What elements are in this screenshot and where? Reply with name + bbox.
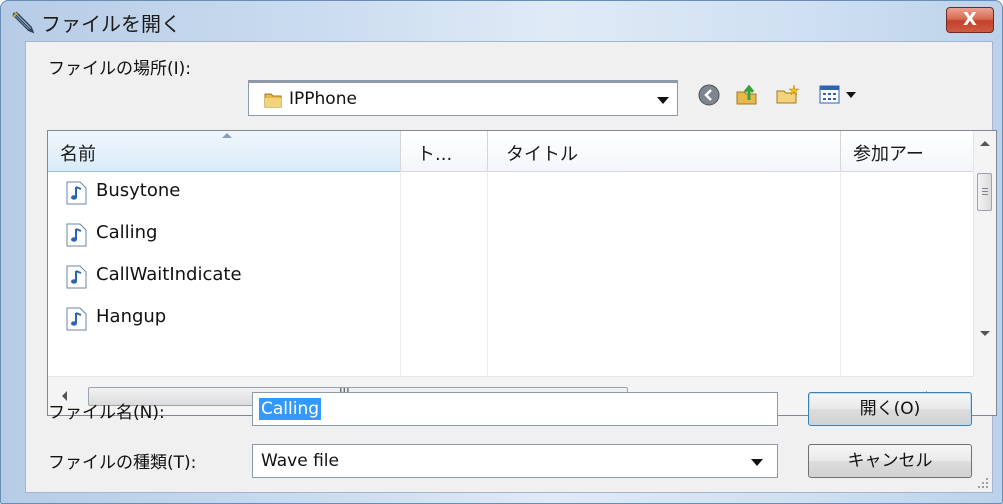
view-menu-button[interactable] <box>818 82 864 108</box>
sort-ascending-icon <box>222 133 232 138</box>
filetype-value: Wave file <box>261 451 339 471</box>
file-row-busytone[interactable]: Busytone <box>48 171 968 213</box>
view-menu-icon <box>819 85 840 104</box>
location-combobox[interactable]: IPPhone <box>248 82 678 116</box>
column-header-title[interactable]: タイトル <box>488 131 840 172</box>
filename-input[interactable]: Calling <box>252 392 778 426</box>
app-pen-icon <box>12 11 35 34</box>
cancel-button[interactable]: キャンセル <box>808 444 972 478</box>
column-header-track[interactable]: ト... <box>401 131 487 172</box>
file-name: Hangup <box>96 306 167 327</box>
dialog-client-area: ファイルの場所(I): IPPhone 名前 ト... タイトル 参加アー Bu… <box>25 41 997 493</box>
wave-file-icon <box>66 265 87 289</box>
column-header-name[interactable]: 名前 <box>48 131 400 172</box>
file-row-calling[interactable]: Calling <box>48 213 968 255</box>
file-name: CallWaitIndicate <box>96 264 242 285</box>
scroll-up-icon[interactable] <box>980 141 990 146</box>
scrollbar-corner <box>974 377 996 415</box>
file-list[interactable]: 名前 ト... タイトル 参加アー Busytone Calling CallW… <box>47 130 997 416</box>
scroll-down-icon[interactable] <box>980 331 990 336</box>
title-bar[interactable]: ファイルを開く X <box>1 1 1002 39</box>
column-header-artist[interactable]: 参加アー <box>841 131 976 172</box>
wave-file-icon <box>66 181 87 205</box>
vertical-scroll-thumb[interactable] <box>977 173 992 211</box>
file-row-callwaitindicate[interactable]: CallWaitIndicate <box>48 255 968 297</box>
dialog-title: ファイルを開く <box>41 12 181 36</box>
location-value: IPPhone <box>289 89 357 109</box>
file-name: Calling <box>96 222 158 243</box>
open-file-dialog: ファイルを開く X ファイルの場所(I): IPPhone 名前 ト... タイ… <box>0 0 1003 504</box>
wave-file-icon <box>66 223 87 247</box>
open-button[interactable]: 開く(O) <box>808 392 972 426</box>
file-name: Busytone <box>96 180 181 201</box>
up-folder-icon[interactable] <box>734 82 760 108</box>
close-button[interactable]: X <box>946 7 994 33</box>
chevron-down-icon[interactable] <box>751 459 763 466</box>
filetype-combobox[interactable]: Wave file <box>252 444 778 478</box>
location-label: ファイルの場所(I): <box>48 59 192 79</box>
filename-value: Calling <box>259 398 322 420</box>
file-row-hangup[interactable]: Hangup <box>48 297 968 339</box>
filename-label: ファイル名(N): <box>48 403 165 423</box>
new-folder-icon[interactable] <box>774 82 800 108</box>
chevron-down-icon[interactable] <box>657 97 669 104</box>
back-icon[interactable] <box>696 82 722 108</box>
close-icon: X <box>963 9 977 30</box>
view-chevron-down-icon <box>846 92 856 98</box>
resize-grip-icon[interactable] <box>977 477 989 489</box>
folder-icon <box>264 93 282 108</box>
wave-file-icon <box>66 307 87 331</box>
vertical-scrollbar[interactable] <box>973 131 996 377</box>
filetype-label: ファイルの種類(T): <box>48 453 197 473</box>
